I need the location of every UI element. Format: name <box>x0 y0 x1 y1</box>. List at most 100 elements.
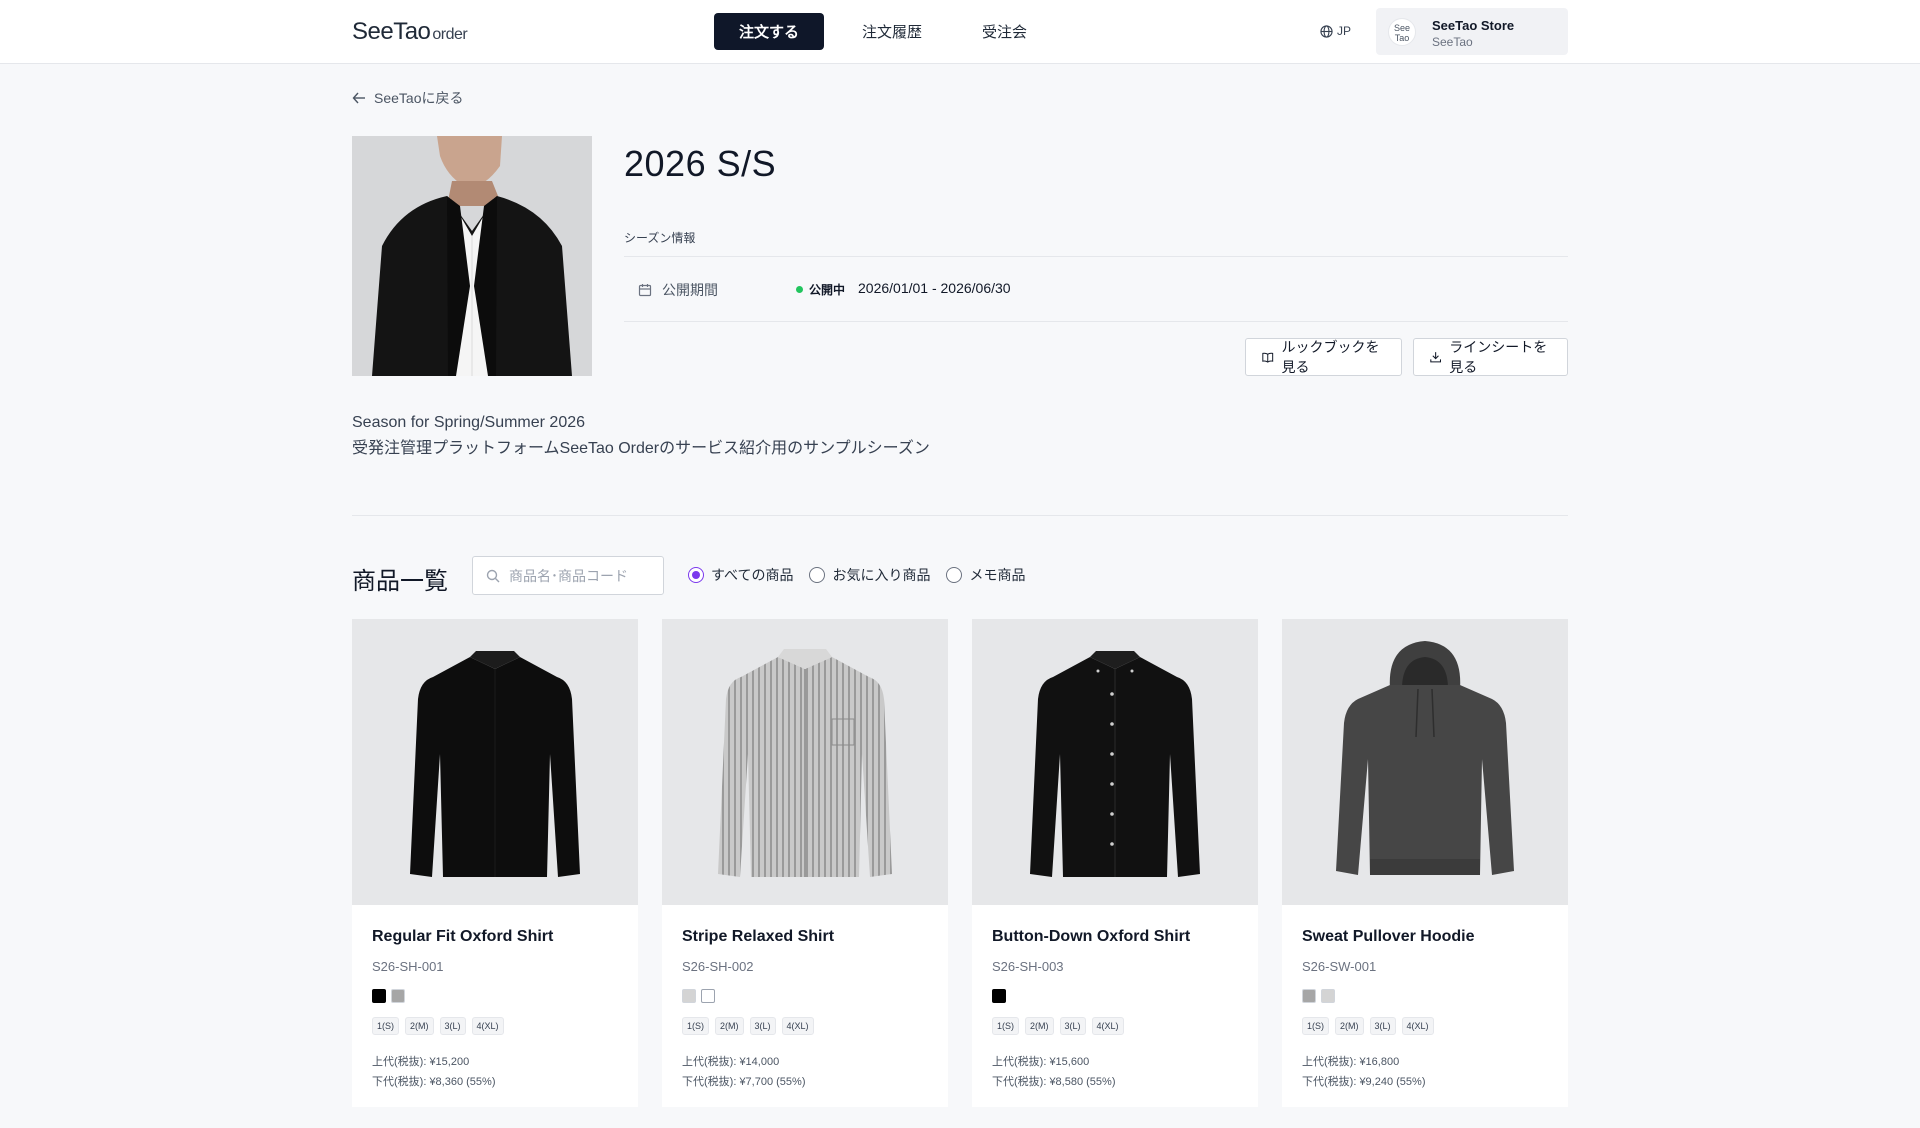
filter-label: お気に入り商品 <box>832 567 931 583</box>
main-nav: 注文する 注文履歴 受注会 <box>714 13 1057 50</box>
size-chip: 3(L) <box>439 1017 466 1035</box>
section-divider <box>352 515 1568 516</box>
product-name: Button-Down Oxford Shirt <box>992 928 1191 945</box>
size-chip: 2(M) <box>405 1017 434 1035</box>
store-company: SeeTao <box>1432 35 1473 49</box>
color-swatch-light-gray <box>682 989 696 1003</box>
store-account-menu[interactable]: See Tao SeeTao Store SeeTao <box>1376 8 1568 55</box>
radio-checked-icon <box>688 567 704 583</box>
arrow-left-icon <box>352 92 365 104</box>
retail-price: 上代(税抜): ¥15,600 <box>992 1056 1090 1068</box>
logo-text: SeeTao <box>352 18 431 45</box>
product-image-stripe-shirt <box>662 619 948 905</box>
product-code: S26-SW-001 <box>1302 959 1377 974</box>
color-swatches <box>682 989 715 1003</box>
wholesale-price: 下代(税抜): ¥8,580 (55%) <box>992 1076 1116 1088</box>
language-label: JP <box>1337 24 1352 38</box>
publish-period-label: 公開期間 <box>638 280 718 300</box>
product-filter-group: すべての商品 お気に入り商品 メモ商品 <box>688 565 1025 585</box>
size-chip: 2(M) <box>715 1017 744 1035</box>
season-title: 2026 S/S <box>624 143 777 184</box>
status-text: 公開中 <box>809 283 846 297</box>
book-open-icon <box>1262 352 1274 363</box>
size-chip: 1(S) <box>992 1017 1020 1035</box>
radio-unchecked-icon <box>809 567 826 583</box>
filter-memo-products[interactable]: メモ商品 <box>946 565 1025 585</box>
size-chip: 2(M) <box>1025 1017 1054 1035</box>
product-list-title: 商品一覧 <box>352 568 448 595</box>
product-image-hoodie <box>1282 619 1568 905</box>
product-code: S26-SH-001 <box>372 959 444 974</box>
calendar-icon <box>638 284 652 297</box>
color-swatches <box>992 989 1006 1003</box>
size-chip: 4(XL) <box>1091 1017 1124 1035</box>
size-list: 1(S) 2(M) 3(L) 4(XL) <box>372 1017 504 1035</box>
divider <box>624 321 1568 322</box>
view-lookbook-button[interactable]: ルックブックを見る <box>1245 338 1402 376</box>
divider <box>624 256 1568 257</box>
product-grid: Regular Fit Oxford Shirt S26-SH-001 1(S)… <box>352 619 1568 1107</box>
status-badge: 公開中 <box>796 281 845 298</box>
season-info-heading: シーズン情報 <box>624 231 696 245</box>
size-chip: 4(XL) <box>781 1017 814 1035</box>
product-image-black-shirt <box>352 619 638 905</box>
product-search-box <box>472 556 664 595</box>
nav-exhibition[interactable]: 受注会 <box>952 13 1057 50</box>
status-dot-icon <box>796 286 803 293</box>
view-linesheet-label: ラインシートを見る <box>1449 339 1548 375</box>
size-chip: 3(L) <box>749 1017 776 1035</box>
color-swatches <box>372 989 405 1003</box>
back-link[interactable]: SeeTaoに戻る <box>352 88 463 108</box>
publish-period-row: 公開期間 公開中 2026/01/01 - 2026/06/30 <box>624 278 1568 300</box>
publish-period-text: 公開期間 <box>662 282 718 298</box>
color-swatch-black <box>372 989 386 1003</box>
wholesale-price: 下代(税抜): ¥9,240 (55%) <box>1302 1076 1426 1088</box>
wholesale-price: 下代(税抜): ¥7,700 (55%) <box>682 1076 806 1088</box>
logo-suffix: order <box>432 26 468 43</box>
color-swatches <box>1302 989 1335 1003</box>
nav-order-history[interactable]: 注文履歴 <box>832 13 952 50</box>
color-swatch-white <box>701 989 715 1003</box>
product-card[interactable]: Stripe Relaxed Shirt S26-SH-002 1(S) 2(M… <box>662 619 948 1107</box>
season-description-line: Season for Spring/Summer 2026 <box>352 414 586 431</box>
language-switcher[interactable]: JP <box>1320 24 1351 38</box>
nav-order[interactable]: 注文する <box>714 13 824 50</box>
app-logo[interactable]: SeeTao order <box>352 18 468 46</box>
avatar: See Tao <box>1388 18 1416 46</box>
back-link-label: SeeTaoに戻る <box>374 90 464 106</box>
product-image-button-down-shirt <box>972 619 1258 905</box>
product-name: Sweat Pullover Hoodie <box>1302 928 1475 945</box>
product-code: S26-SH-003 <box>992 959 1064 974</box>
view-lookbook-label: ルックブックを見る <box>1281 339 1380 375</box>
filter-favorite-products[interactable]: お気に入り商品 <box>809 565 930 585</box>
view-linesheet-button[interactable]: ラインシートを見る <box>1413 338 1568 376</box>
color-swatch-light-gray <box>1321 989 1335 1003</box>
avatar-text-line1: See <box>1393 23 1410 33</box>
size-list: 1(S) 2(M) 3(L) 4(XL) <box>682 1017 814 1035</box>
product-card[interactable]: Regular Fit Oxford Shirt S26-SH-001 1(S)… <box>352 619 638 1107</box>
filter-label: メモ商品 <box>969 567 1026 583</box>
size-chip: 1(S) <box>372 1017 400 1035</box>
radio-unchecked-icon <box>946 567 963 583</box>
filter-label: すべての商品 <box>711 567 794 583</box>
top-header: SeeTao order 注文する 注文履歴 受注会 JP See Tao SeeT… <box>0 0 1920 64</box>
avatar-text-line2: Tao <box>1394 33 1410 43</box>
product-card[interactable]: Button-Down Oxford Shirt S26-SH-003 1(S)… <box>972 619 1258 1107</box>
retail-price: 上代(税抜): ¥14,000 <box>682 1056 780 1068</box>
search-icon <box>486 569 500 583</box>
wholesale-price: 下代(税抜): ¥8,360 (55%) <box>372 1076 496 1088</box>
retail-price: 上代(税抜): ¥15,200 <box>372 1056 470 1068</box>
color-swatch-gray <box>391 989 405 1003</box>
product-search-input[interactable] <box>509 566 657 586</box>
size-chip: 4(XL) <box>471 1017 504 1035</box>
product-code: S26-SH-002 <box>682 959 754 974</box>
filter-all-products[interactable]: すべての商品 <box>688 565 793 585</box>
season-hero-image <box>352 136 592 376</box>
season-description-line: 受発注管理プラットフォームSeeTao Orderのサービス紹介用のサンプルシー… <box>352 440 930 457</box>
color-swatch-gray <box>1302 989 1316 1003</box>
product-card[interactable]: Sweat Pullover Hoodie S26-SW-001 1(S) 2(… <box>1282 619 1568 1107</box>
color-swatch-black <box>992 989 1006 1003</box>
season-description: Season for Spring/Summer 2026 受発注管理プラットフ… <box>352 410 930 462</box>
store-name: SeeTao Store <box>1432 18 1515 33</box>
size-chip: 1(S) <box>682 1017 710 1035</box>
